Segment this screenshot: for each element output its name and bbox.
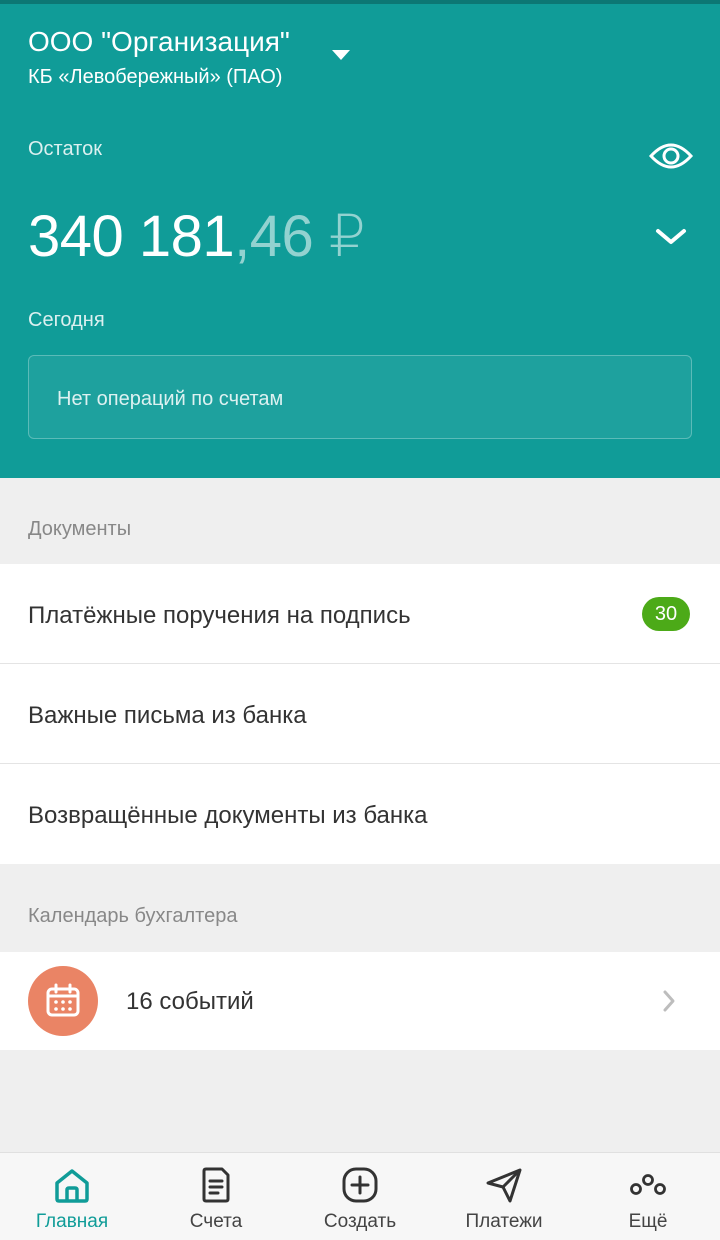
count-badge: 30 [642, 597, 690, 631]
more-icon [630, 1174, 666, 1195]
home-icon [55, 1169, 89, 1203]
nav-item-payments[interactable]: Платежи [432, 1153, 576, 1240]
nav-item-accounts[interactable]: Счета [144, 1153, 288, 1240]
chevron-right-icon [660, 988, 678, 1019]
eye-icon[interactable] [648, 136, 694, 176]
nav-label: Платежи [465, 1211, 543, 1232]
no-operations-text: Нет операций по счетам [57, 388, 284, 410]
operations-box: Нет операций по счетам [28, 355, 692, 439]
nav-label: Создать [323, 1211, 397, 1232]
document-icon [202, 1167, 230, 1203]
today-label: Сегодня [28, 309, 105, 331]
calendar-events-row[interactable]: 16 событий [0, 952, 720, 1050]
bank-name: КБ «Левобережный» (ПАО) [28, 66, 283, 88]
account-header: ООО "Организация" КБ «Левобережный» (ПАО… [0, 0, 720, 478]
calendar-section-title: Календарь бухгалтера [28, 905, 238, 927]
balance-integer: 340 181 [28, 204, 235, 269]
list-item-label: Важные письма из банка [28, 702, 307, 729]
list-item-returned-documents[interactable]: Возвращённые документы из банка [0, 764, 720, 864]
balance-amount: 340 181,46 ₽ [28, 202, 366, 270]
org-name[interactable]: ООО "Организация" [28, 26, 290, 58]
list-item-bank-letters[interactable]: Важные письма из банка [0, 664, 720, 764]
balance-fraction: ,46 ₽ [234, 204, 366, 269]
nav-label: Ещё [628, 1211, 668, 1232]
plus-circle-icon [342, 1167, 378, 1203]
nav-item-create[interactable]: Создать [288, 1153, 432, 1240]
nav-item-home[interactable]: Главная [0, 1153, 144, 1240]
send-icon [486, 1168, 522, 1203]
calendar-icon [28, 966, 98, 1036]
nav-item-more[interactable]: Ещё [576, 1153, 720, 1240]
balance-label: Остаток [28, 138, 102, 160]
nav-label: Счета [189, 1211, 243, 1232]
list-item-label: Возвращённые документы из банка [28, 802, 428, 829]
chevron-down-icon[interactable] [650, 222, 692, 252]
nav-label: Главная [35, 1211, 109, 1232]
events-count-label: 16 событий [126, 988, 254, 1015]
bottom-navigation: Главная Счета Создать Платежи Ещё [0, 1152, 720, 1240]
documents-section-title: Документы [28, 518, 132, 540]
org-dropdown-caret-icon[interactable] [332, 50, 350, 60]
list-item-payment-orders[interactable]: Платёжные поручения на подпись 30 [0, 564, 720, 664]
list-item-label: Платёжные поручения на подпись [28, 602, 411, 629]
